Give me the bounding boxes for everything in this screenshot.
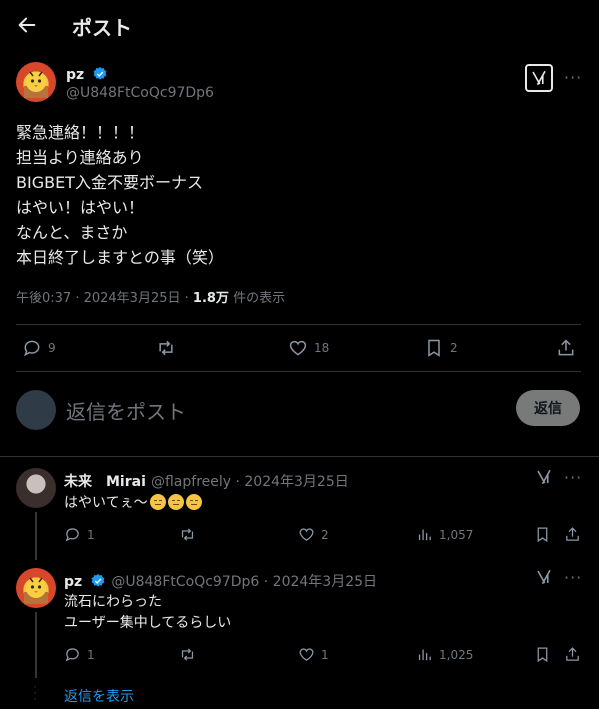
like-action[interactable]: 1 xyxy=(298,646,329,663)
repost-icon xyxy=(178,646,197,663)
bookmark-action[interactable] xyxy=(534,646,551,663)
repost-action[interactable] xyxy=(178,526,197,543)
repost-icon xyxy=(178,526,197,543)
share-icon xyxy=(564,526,581,543)
page-title: ポスト xyxy=(72,16,132,40)
like-count: 1 xyxy=(321,647,329,662)
reply-text-line: ユーザー集中してるらしい xyxy=(64,615,232,631)
reply-avatar[interactable] xyxy=(16,568,56,608)
reply-header: pz @U848FtCoQc97Dp6 · 2024年3月25日 xyxy=(64,571,377,591)
reply-count: 1 xyxy=(87,527,95,542)
repost-action[interactable] xyxy=(178,646,197,663)
repost-icon xyxy=(155,338,177,358)
share-icon xyxy=(556,338,576,358)
post-line: 緊急連絡！！！！ xyxy=(16,123,145,142)
like-count: 18 xyxy=(314,341,330,355)
author-handle[interactable]: @U848FtCoQc97Dp6 xyxy=(66,85,214,101)
emoji-icon xyxy=(185,494,202,510)
analytics-icon xyxy=(416,646,433,663)
bookmark-icon xyxy=(424,338,444,358)
more-options-icon[interactable]: ··· xyxy=(564,468,582,487)
show-replies-link[interactable]: 返信を表示 xyxy=(64,686,134,706)
views-action[interactable]: 1,057 xyxy=(416,526,473,543)
post-line: 本日終了しますとの事（笑） xyxy=(16,248,224,267)
reply-icon xyxy=(64,526,81,543)
like-count: 2 xyxy=(321,527,329,542)
verified-badge-icon xyxy=(90,573,106,589)
share-icon xyxy=(564,646,581,663)
more-options-icon[interactable]: ··· xyxy=(564,568,582,587)
verified-badge-icon xyxy=(92,66,108,82)
post-line: はやい！はやい！ xyxy=(16,198,145,217)
author-avatar[interactable] xyxy=(16,62,56,102)
reply-button[interactable]: 返信 xyxy=(516,390,580,426)
grok-icon[interactable] xyxy=(525,64,553,92)
back-arrow-icon[interactable] xyxy=(16,14,38,36)
post-line: 担当より連絡あり xyxy=(16,148,144,167)
reply-text: はやいてぇ〜 xyxy=(64,493,202,514)
reply-input[interactable]: 返信をポスト xyxy=(66,396,186,425)
reply-icon xyxy=(22,338,42,358)
emoji-icon xyxy=(167,494,184,510)
like-action[interactable]: 2 xyxy=(298,526,329,543)
like-action[interactable]: 18 xyxy=(288,338,329,358)
reply-count: 9 xyxy=(48,341,56,355)
thread-line xyxy=(35,612,37,678)
share-action[interactable] xyxy=(564,526,581,543)
divider xyxy=(16,371,581,372)
post-line: なんと、まさか xyxy=(16,223,128,242)
bookmark-action[interactable]: 2 xyxy=(424,338,458,358)
reply-handle-date[interactable]: @U848FtCoQc97Dp6 · 2024年3月25日 xyxy=(111,574,377,590)
divider xyxy=(0,456,599,457)
view-count: 1,025 xyxy=(439,647,474,662)
reply-action[interactable]: 9 xyxy=(22,338,56,358)
divider xyxy=(16,324,581,325)
bookmark-action[interactable] xyxy=(534,526,551,543)
reply-icon xyxy=(64,646,81,663)
bookmark-icon xyxy=(534,526,551,543)
bookmark-count: 2 xyxy=(450,341,458,355)
views-action[interactable]: 1,025 xyxy=(416,646,473,663)
reply-action[interactable]: 1 xyxy=(64,646,95,663)
share-action[interactable] xyxy=(564,646,581,663)
post-line: BIGBET入金不要ボーナス xyxy=(16,173,203,192)
author-name[interactable]: pz xyxy=(66,67,84,83)
reply-text-line: 流石にわらった xyxy=(64,594,162,610)
grok-icon[interactable] xyxy=(535,468,553,490)
reply-avatar[interactable] xyxy=(16,468,56,508)
view-label: 件の表示 xyxy=(233,291,286,306)
post-text: 緊急連絡！！！！ 担当より連絡あり BIGBET入金不要ボーナス はやい！はやい… xyxy=(16,120,224,270)
more-options-icon[interactable]: ··· xyxy=(564,68,582,87)
post-meta: 午後0:37 · 2024年3月25日 · 1.8万 件の表示 xyxy=(16,287,285,306)
author-name-row[interactable]: pz xyxy=(66,64,108,83)
repost-action[interactable] xyxy=(155,338,183,358)
grok-icon[interactable] xyxy=(535,568,553,590)
reply-author-name[interactable]: 未来 Mirai xyxy=(64,474,146,490)
thread-dots: · · · xyxy=(33,680,37,706)
reply-action[interactable]: 1 xyxy=(64,526,95,543)
heart-icon xyxy=(298,526,315,543)
reply-text: 流石にわらった ユーザー集中してるらしい xyxy=(64,592,231,634)
view-count: 1,057 xyxy=(439,527,474,542)
view-count: 1.8万 xyxy=(192,291,229,306)
emoji-icon xyxy=(149,494,166,510)
reply-text-content: はやいてぇ〜 xyxy=(64,495,148,511)
heart-icon xyxy=(298,646,315,663)
thread-line xyxy=(35,512,37,560)
bookmark-icon xyxy=(534,646,551,663)
reply-handle-date[interactable]: @flapfreely · 2024年3月25日 xyxy=(151,474,349,490)
reply-author-name[interactable]: pz xyxy=(64,574,82,590)
post-timestamp[interactable]: 午後0:37 · 2024年3月25日 · xyxy=(16,291,189,306)
analytics-icon xyxy=(416,526,433,543)
share-action[interactable] xyxy=(556,338,576,358)
current-user-avatar xyxy=(16,390,56,430)
heart-icon xyxy=(288,338,308,358)
reply-count: 1 xyxy=(87,647,95,662)
reply-header: 未来 Mirai @flapfreely · 2024年3月25日 xyxy=(64,471,349,491)
